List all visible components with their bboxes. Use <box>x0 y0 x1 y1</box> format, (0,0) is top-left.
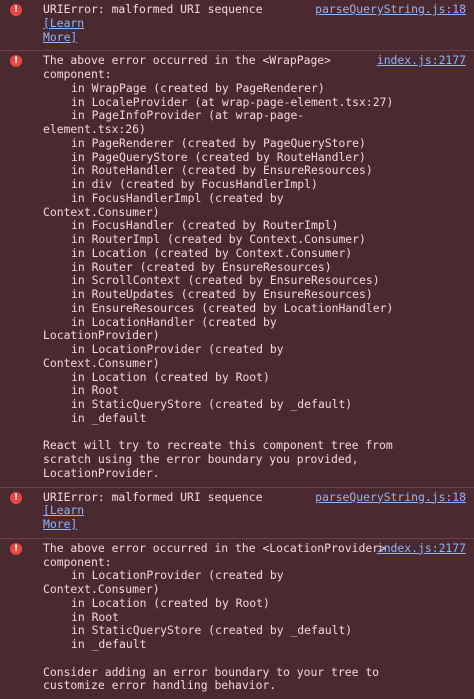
stack-line: in LocationHandler (created by <box>71 314 277 329</box>
stack-line: in FocusHandler (created by RouterImpl) <box>71 218 339 233</box>
stack-line: in RouteHandler (created by EnsureResour… <box>71 163 373 178</box>
learn-more-link[interactable]: [Learn <box>43 503 84 517</box>
stack-line: component: <box>43 67 112 81</box>
stack-line: in _default <box>71 410 147 425</box>
console-error-entry: ! index.js:2177 The above error occurred… <box>0 537 474 699</box>
console-error-entry: ! parseQueryString.js:18 URIError: malfo… <box>0 486 474 538</box>
source-link[interactable]: parseQueryString.js:18 <box>315 2 466 17</box>
stack-line: Context.Consumer) <box>43 204 160 219</box>
stack-line: in div (created by FocusHandlerImpl) <box>71 177 318 191</box>
stack-line: in Root <box>71 609 120 624</box>
error-footer-line: Consider adding an error boundary to you… <box>43 664 380 679</box>
stack-line: in PageInfoProvider (at wrap-page- <box>71 108 305 123</box>
error-footer-line: LocationProvider. <box>43 465 160 480</box>
stack-line: element.tsx:26) <box>43 122 146 136</box>
error-icon: ! <box>10 542 22 555</box>
stack-line: in Root <box>71 383 120 398</box>
stack-line: Context.Consumer) <box>43 355 160 370</box>
stack-line: in FocusHandlerImpl (created by <box>71 190 284 205</box>
learn-more-link[interactable]: [Learn <box>43 16 84 30</box>
error-icon: ! <box>10 491 22 504</box>
error-footer-line: React will try to recreate this componen… <box>43 438 393 453</box>
source-link[interactable]: index.js:2177 <box>377 541 466 556</box>
console-error-entry: ! parseQueryString.js:18 URIError: malfo… <box>0 0 474 50</box>
stack-line: in Location (created by Context.Consumer… <box>71 245 353 260</box>
stack-line: in StaticQueryStore (created by _default… <box>71 623 353 638</box>
source-link[interactable]: index.js:2177 <box>377 53 466 68</box>
stack-line: in LocationProvider (created by <box>71 342 284 356</box>
error-footer-line: customize error handling behavior. <box>43 678 277 693</box>
learn-more-link[interactable]: More] <box>43 517 77 531</box>
stack-line: in RouteUpdates (created by EnsureResour… <box>71 287 373 301</box>
stack-line: in Router (created by EnsureResources) <box>71 259 332 274</box>
source-link[interactable]: parseQueryString.js:18 <box>315 490 466 505</box>
stack-line: in Location (created by Root) <box>71 369 270 384</box>
console-output: ! parseQueryString.js:18 URIError: malfo… <box>0 0 474 699</box>
stack-line: in ScrollContext (created by EnsureResou… <box>71 273 380 288</box>
stack-line: in Location (created by Root) <box>71 595 270 610</box>
console-error-entry: ! index.js:2177 The above error occurred… <box>0 50 474 486</box>
stack-line: in PageQueryStore (created by RouteHandl… <box>71 149 366 164</box>
error-icon: ! <box>10 4 22 16</box>
stack-line: in LocationProvider (created by <box>71 568 284 583</box>
stack-line: in EnsureResources (created by LocationH… <box>71 300 394 315</box>
stack-line: in _default <box>71 637 147 651</box>
stack-line: in PageRenderer (created by PageQuerySto… <box>71 135 366 150</box>
error-footer-line: scratch using the error boundary you pro… <box>43 452 359 466</box>
error-icon: ! <box>10 55 22 68</box>
stack-line: component: <box>43 554 112 569</box>
stack-line: Context.Consumer) <box>43 582 160 596</box>
stack-line: LocationProvider) <box>43 328 160 343</box>
error-message: URIError: malformed URI sequence <box>43 2 263 16</box>
learn-more-link[interactable]: More] <box>43 30 77 44</box>
stack-line: in RouterImpl (created by Context.Consum… <box>71 232 366 246</box>
error-message: URIError: malformed URI sequence <box>43 489 263 504</box>
stack-line: in StaticQueryStore (created by _default… <box>71 397 353 411</box>
stack-line: in WrapPage (created by PageRenderer) <box>71 80 325 95</box>
stack-line: in LocaleProvider (at wrap-page-element.… <box>71 94 394 109</box>
